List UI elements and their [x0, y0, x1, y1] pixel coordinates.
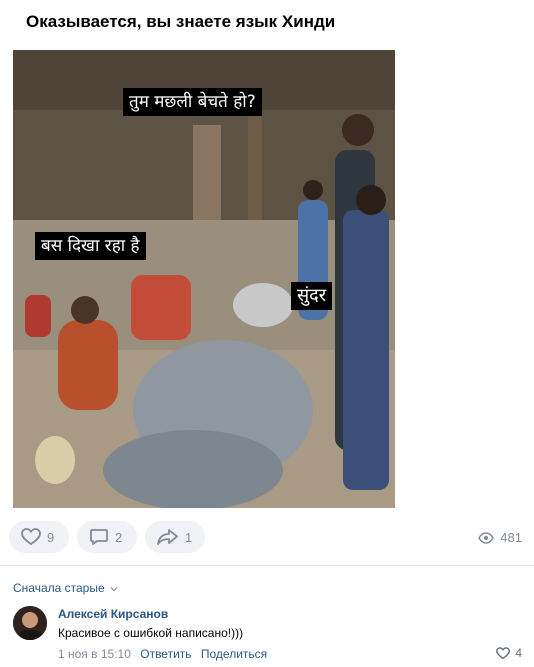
avatar-image	[13, 606, 47, 640]
chevron-down-icon	[110, 586, 118, 592]
like-button[interactable]: 9	[9, 521, 69, 553]
caption-top: तुम मछली बेचते हो?	[123, 88, 262, 116]
post-photo[interactable]: तुम मछली बेचते हो? बस दिखा रहा है सुंदर	[13, 50, 395, 508]
comment-text: Красивое с ошибкой написано!)))	[58, 626, 244, 640]
comment-button[interactable]: 2	[77, 521, 137, 553]
views-counter: 481	[478, 530, 522, 545]
heart-icon	[21, 528, 41, 546]
comments-sort-dropdown[interactable]: Сначала старые	[13, 581, 118, 595]
comment-like-count: 4	[515, 646, 522, 660]
caption-left: बस दिखा रहा है	[35, 232, 146, 260]
post-title: Оказывается, вы знаете язык Хинди	[26, 12, 336, 31]
sort-label: Сначала старые	[13, 581, 105, 595]
like-count: 9	[47, 529, 55, 545]
share-count: 1	[185, 529, 193, 545]
comment-time[interactable]: 1 ноя в 15:10	[58, 647, 131, 661]
comment-count: 2	[115, 529, 123, 545]
caption-right: सुंदर	[291, 282, 333, 310]
share-link[interactable]: Поделиться	[201, 647, 267, 661]
divider	[0, 565, 534, 566]
comment-meta: 1 ноя в 15:10 Ответить Поделиться	[58, 647, 267, 661]
share-button[interactable]: 1	[145, 521, 205, 553]
comment-author[interactable]: Алексей Кирсанов	[58, 607, 168, 621]
market-scene-image	[13, 50, 395, 508]
share-icon	[157, 529, 178, 545]
comment-like-button[interactable]: 4	[496, 646, 522, 660]
avatar[interactable]	[13, 606, 47, 640]
comment-icon	[90, 529, 108, 545]
reply-link[interactable]: Ответить	[140, 647, 191, 661]
heart-icon	[496, 646, 511, 659]
views-count: 481	[500, 530, 522, 545]
eye-icon	[478, 531, 495, 544]
